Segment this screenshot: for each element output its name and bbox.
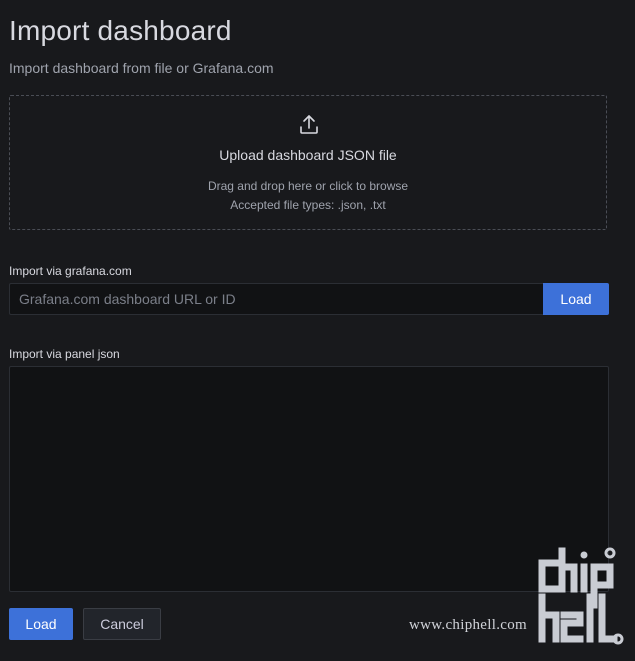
panel-json-textarea[interactable]	[9, 366, 609, 592]
import-dashboard-page: Import dashboard Import dashboard from f…	[0, 0, 635, 661]
panel-json-label: Import via panel json	[9, 347, 120, 361]
grafana-load-button[interactable]: Load	[543, 283, 609, 315]
load-button[interactable]: Load	[9, 608, 73, 640]
accepted-file-types: Accepted file types: .json, .txt	[230, 198, 386, 212]
file-dropzone[interactable]: Upload dashboard JSON file Drag and drop…	[9, 95, 607, 230]
page-subtitle: Import dashboard from file or Grafana.co…	[9, 60, 274, 76]
cancel-button[interactable]: Cancel	[83, 608, 161, 640]
upload-hint: Drag and drop here or click to browse	[207, 179, 409, 193]
grafana-url-input[interactable]	[9, 283, 544, 315]
page-title: Import dashboard	[9, 15, 232, 46]
watermark-site-text: www.chiphell.com	[409, 617, 527, 633]
grafana-import-label: Import via grafana.com	[9, 264, 132, 278]
upload-title: Upload dashboard JSON file	[219, 147, 397, 163]
upload-icon	[300, 115, 318, 134]
chiphell-logo-icon	[538, 547, 624, 645]
